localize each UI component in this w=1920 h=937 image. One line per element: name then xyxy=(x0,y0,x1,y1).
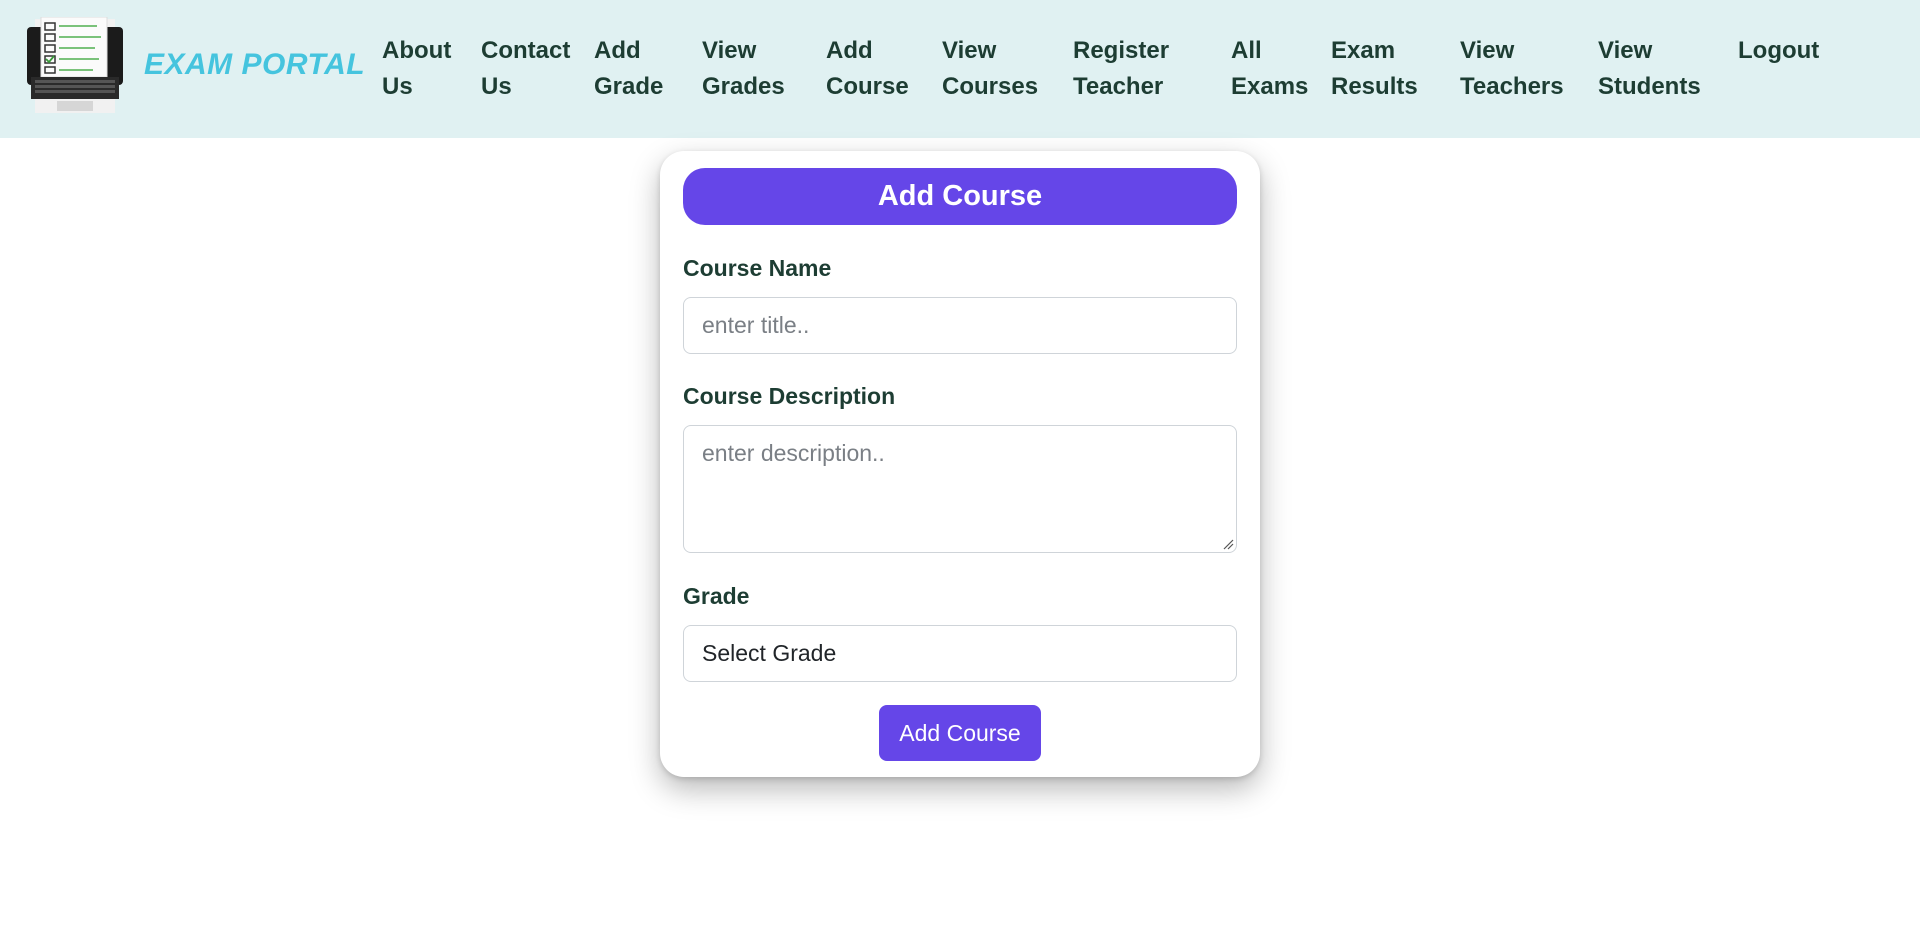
nav-label-line2: Grades xyxy=(702,73,785,100)
nav-label-line1: All xyxy=(1231,37,1262,64)
brand-title[interactable]: EXAM PORTAL xyxy=(144,48,365,82)
nav-label-line2: Grade xyxy=(594,73,664,100)
grade-select[interactable]: Select Grade xyxy=(683,625,1237,682)
nav-view-students[interactable]: View Students xyxy=(1598,33,1701,105)
nav-label-line1: Exam xyxy=(1331,37,1396,64)
nav-label-line2: Courses xyxy=(942,73,1039,100)
nav-label-line2: Us xyxy=(382,73,413,100)
nav-label-line1: Contact xyxy=(481,37,571,64)
nav-label-line1: View xyxy=(942,37,997,64)
add-course-card: Add Course Course Name Course Descriptio… xyxy=(660,151,1260,777)
nav-label-line1: Register xyxy=(1073,37,1170,64)
course-description-textarea[interactable] xyxy=(683,425,1237,553)
nav-contact-us[interactable]: Contact Us xyxy=(481,33,570,105)
nav-label-line2: Course xyxy=(826,73,909,100)
form-title: Add Course xyxy=(683,168,1237,225)
top-navbar: EXAM PORTAL About Us Contact Us Add Grad… xyxy=(0,0,1920,138)
nav-add-course[interactable]: Add Course xyxy=(826,33,909,105)
nav-label-line2: Us xyxy=(481,73,512,100)
nav-label-line1: View xyxy=(702,37,757,64)
nav-label-line1: About xyxy=(382,37,452,64)
nav-exam-results[interactable]: Exam Results xyxy=(1331,33,1418,105)
course-name-label: Course Name xyxy=(683,255,832,281)
nav-label-line1: Add xyxy=(594,37,641,64)
add-course-button[interactable]: Add Course xyxy=(879,705,1041,761)
nav-view-courses[interactable]: View Courses xyxy=(942,33,1038,105)
nav-label-line1: View xyxy=(1598,37,1653,64)
nav-label-line1: View xyxy=(1460,37,1515,64)
nav-about-us[interactable]: About Us xyxy=(382,33,451,105)
nav-view-teachers[interactable]: View Teachers xyxy=(1460,33,1564,105)
nav-view-grades[interactable]: View Grades xyxy=(702,33,785,105)
nav-label-line2: Teachers xyxy=(1460,73,1564,100)
nav-all-exams[interactable]: All Exams xyxy=(1231,33,1308,105)
laptop-checklist-icon[interactable] xyxy=(27,16,123,115)
nav-label-line1: Logout xyxy=(1738,37,1820,64)
course-description-label: Course Description xyxy=(683,383,896,409)
nav-label-line2: Teacher xyxy=(1073,73,1164,100)
nav-label-line2: Exams xyxy=(1231,73,1309,100)
grade-label: Grade xyxy=(683,583,750,609)
nav-label-line1: Add xyxy=(826,37,873,64)
resize-handle-icon[interactable] xyxy=(1222,537,1234,550)
nav-register-teacher[interactable]: Register Teacher xyxy=(1073,33,1169,105)
nav-label-line2: Results xyxy=(1331,73,1418,100)
course-name-input[interactable] xyxy=(683,297,1237,354)
nav-add-grade[interactable]: Add Grade xyxy=(594,33,663,105)
nav-logout[interactable]: Logout xyxy=(1738,33,1819,69)
nav-label-line2: Students xyxy=(1598,73,1701,100)
